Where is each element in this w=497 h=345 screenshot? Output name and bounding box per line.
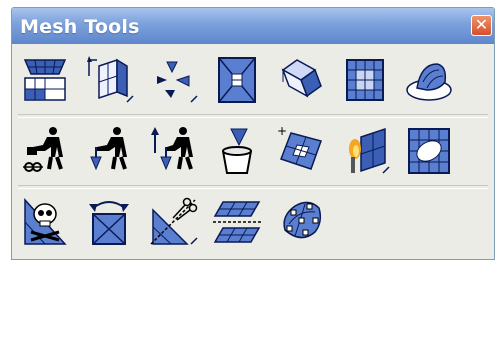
window-title: Mesh Tools bbox=[20, 16, 140, 38]
partition-cut-icon bbox=[150, 197, 198, 245]
edit-mesh-torch-icon bbox=[349, 127, 390, 174]
close-button[interactable]: ✕ bbox=[471, 15, 492, 36]
offset-mesh-icon bbox=[213, 201, 261, 243]
verify-mesh-button[interactable] bbox=[403, 52, 455, 108]
partition-cut-button[interactable] bbox=[147, 194, 199, 250]
mesh-region-icon bbox=[218, 57, 256, 103]
seed-edge-button[interactable] bbox=[83, 52, 135, 108]
offset-mesh-button[interactable] bbox=[211, 194, 263, 250]
assign-mesh-control-button[interactable] bbox=[83, 123, 135, 179]
assign-element-worker-icon bbox=[23, 127, 63, 172]
seed-mesh-button[interactable] bbox=[19, 52, 71, 108]
create-mesh-part-icon: + bbox=[277, 124, 322, 170]
seed-mesh-icon bbox=[23, 59, 67, 101]
mesh-part-button[interactable] bbox=[275, 52, 327, 108]
mesh-region-button[interactable] bbox=[211, 52, 263, 108]
mesh-tools-window: Mesh Tools ✕ + bbox=[11, 7, 495, 260]
seed-edge-icon bbox=[87, 56, 134, 103]
rotate-element-button[interactable] bbox=[83, 194, 135, 250]
mesh-grid-icon bbox=[346, 59, 384, 101]
delete-mesh-bucket-icon bbox=[222, 128, 252, 174]
rotate-element-icon bbox=[89, 201, 129, 245]
svg-text:+: + bbox=[277, 124, 287, 138]
delete-native-mesh-skull-icon bbox=[24, 198, 67, 245]
orphan-mesh-nodes-icon bbox=[283, 201, 322, 239]
mesh-refine-icon bbox=[408, 128, 450, 174]
verify-mesh-icon bbox=[406, 63, 452, 101]
mesh-refine-button[interactable] bbox=[403, 123, 455, 179]
edit-mesh-button[interactable] bbox=[339, 123, 391, 179]
orphan-mesh-nodes-button[interactable] bbox=[275, 194, 327, 250]
create-mesh-part-button[interactable]: + bbox=[275, 123, 327, 179]
seed-part-icon bbox=[157, 61, 198, 103]
mesh-grid-button[interactable] bbox=[339, 52, 391, 108]
mesh-part-icon bbox=[281, 59, 322, 98]
seed-part-button[interactable] bbox=[147, 52, 199, 108]
assign-element-type-button[interactable] bbox=[147, 123, 199, 179]
assign-mesh-control-icon bbox=[90, 127, 127, 171]
toolbar-reflection bbox=[11, 262, 495, 345]
delete-native-mesh-button[interactable] bbox=[19, 194, 71, 250]
title-bar[interactable]: Mesh Tools ✕ bbox=[12, 8, 494, 44]
delete-mesh-button[interactable] bbox=[211, 123, 263, 179]
row-divider bbox=[18, 114, 488, 118]
assign-element-type-icon bbox=[151, 127, 193, 171]
row-divider bbox=[18, 185, 488, 189]
assign-element-worker-button[interactable] bbox=[19, 123, 71, 179]
